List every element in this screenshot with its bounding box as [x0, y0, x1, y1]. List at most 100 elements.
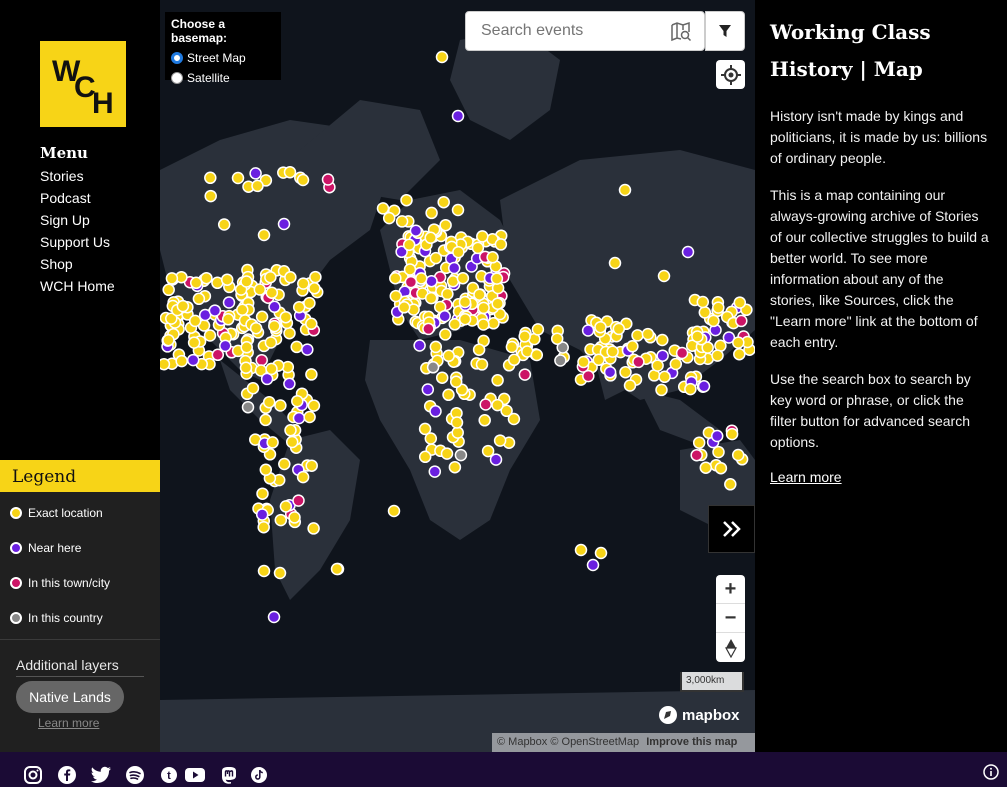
- event-marker[interactable]: [257, 228, 271, 242]
- event-marker[interactable]: [284, 424, 297, 437]
- event-marker[interactable]: [251, 179, 264, 193]
- event-marker[interactable]: [486, 251, 499, 264]
- event-marker[interactable]: [477, 318, 490, 331]
- event-marker[interactable]: [273, 566, 287, 580]
- event-marker[interactable]: [656, 333, 669, 347]
- event-marker[interactable]: [274, 513, 288, 527]
- event-marker[interactable]: [262, 395, 276, 409]
- event-marker[interactable]: [255, 353, 268, 367]
- event-marker[interactable]: [236, 303, 249, 317]
- event-marker[interactable]: [259, 463, 273, 477]
- event-marker[interactable]: [279, 500, 293, 513]
- event-marker[interactable]: [424, 291, 438, 305]
- event-marker[interactable]: [279, 310, 293, 324]
- event-marker[interactable]: [204, 171, 217, 185]
- event-marker[interactable]: [454, 448, 468, 462]
- event-marker[interactable]: [402, 238, 416, 252]
- event-marker[interactable]: [458, 295, 472, 309]
- event-marker[interactable]: [186, 353, 200, 367]
- zoom-in-button[interactable]: +: [716, 575, 745, 604]
- event-marker[interactable]: [675, 346, 689, 360]
- event-marker[interactable]: [494, 238, 508, 251]
- event-marker[interactable]: [249, 321, 263, 335]
- event-marker[interactable]: [291, 394, 304, 408]
- event-marker[interactable]: [303, 410, 316, 424]
- event-marker[interactable]: [429, 405, 442, 418]
- event-marker[interactable]: [255, 508, 269, 521]
- event-marker[interactable]: [656, 349, 669, 362]
- event-marker[interactable]: [321, 173, 335, 186]
- expand-panel-button[interactable]: [708, 505, 755, 553]
- event-marker[interactable]: [277, 217, 291, 231]
- event-marker[interactable]: [681, 245, 695, 259]
- event-marker[interactable]: [267, 610, 281, 624]
- event-marker[interactable]: [284, 271, 297, 284]
- event-marker[interactable]: [452, 245, 465, 259]
- event-marker[interactable]: [301, 343, 314, 356]
- event-marker[interactable]: [608, 256, 622, 270]
- event-marker[interactable]: [162, 283, 175, 297]
- event-marker[interactable]: [265, 362, 278, 376]
- event-marker[interactable]: [458, 312, 472, 326]
- event-marker[interactable]: [594, 546, 608, 560]
- event-marker[interactable]: [582, 369, 595, 383]
- event-marker[interactable]: [429, 340, 443, 354]
- event-marker[interactable]: [429, 251, 443, 265]
- event-marker[interactable]: [477, 301, 490, 315]
- event-marker[interactable]: [307, 522, 320, 535]
- event-marker[interactable]: [305, 317, 318, 331]
- event-marker[interactable]: [162, 333, 175, 347]
- event-marker[interactable]: [594, 320, 607, 334]
- wch-logo[interactable]: W C H: [40, 41, 126, 127]
- event-marker[interactable]: [731, 448, 745, 462]
- event-marker[interactable]: [712, 301, 725, 314]
- event-marker[interactable]: [447, 261, 461, 275]
- event-marker[interactable]: [437, 195, 450, 209]
- event-marker[interactable]: [426, 361, 440, 374]
- event-marker[interactable]: [491, 398, 504, 412]
- spotify-icon[interactable]: [124, 764, 146, 786]
- event-marker[interactable]: [422, 322, 435, 336]
- event-marker[interactable]: [424, 432, 438, 445]
- event-marker[interactable]: [490, 272, 504, 285]
- event-marker[interactable]: [581, 324, 595, 337]
- event-marker[interactable]: [283, 326, 296, 340]
- event-marker[interactable]: [283, 165, 297, 179]
- event-marker[interactable]: [448, 460, 462, 474]
- event-marker[interactable]: [725, 427, 739, 441]
- event-marker[interactable]: [424, 231, 437, 245]
- event-marker[interactable]: [307, 399, 321, 412]
- event-marker[interactable]: [425, 274, 438, 288]
- event-marker[interactable]: [577, 355, 590, 369]
- event-marker[interactable]: [479, 398, 492, 411]
- event-marker[interactable]: [246, 381, 260, 395]
- event-marker[interactable]: [397, 301, 411, 314]
- event-marker[interactable]: [442, 388, 455, 402]
- event-marker[interactable]: [268, 300, 281, 314]
- event-marker[interactable]: [471, 241, 485, 255]
- event-marker[interactable]: [403, 263, 417, 276]
- world-map[interactable]: [160, 0, 755, 752]
- event-marker[interactable]: [292, 300, 306, 314]
- learn-more-link[interactable]: Learn more: [770, 469, 842, 485]
- instagram-icon[interactable]: [22, 764, 44, 786]
- event-marker[interactable]: [266, 436, 279, 449]
- event-marker[interactable]: [428, 465, 442, 478]
- event-marker[interactable]: [239, 361, 253, 375]
- basemap-option-street[interactable]: Street Map: [171, 48, 275, 68]
- event-marker[interactable]: [472, 343, 486, 356]
- event-marker[interactable]: [684, 382, 697, 396]
- event-marker[interactable]: [618, 183, 632, 197]
- event-marker[interactable]: [290, 340, 303, 354]
- event-marker[interactable]: [188, 314, 202, 328]
- event-marker[interactable]: [435, 50, 449, 64]
- event-marker[interactable]: [187, 336, 201, 349]
- basemap-option-satellite[interactable]: Satellite: [171, 68, 275, 88]
- menu-item-sign-up[interactable]: Sign Up: [40, 210, 115, 232]
- event-marker[interactable]: [574, 543, 588, 557]
- event-marker[interactable]: [264, 336, 278, 349]
- event-marker[interactable]: [240, 341, 253, 354]
- event-marker[interactable]: [439, 328, 452, 341]
- event-marker[interactable]: [439, 218, 452, 232]
- event-marker[interactable]: [222, 296, 236, 309]
